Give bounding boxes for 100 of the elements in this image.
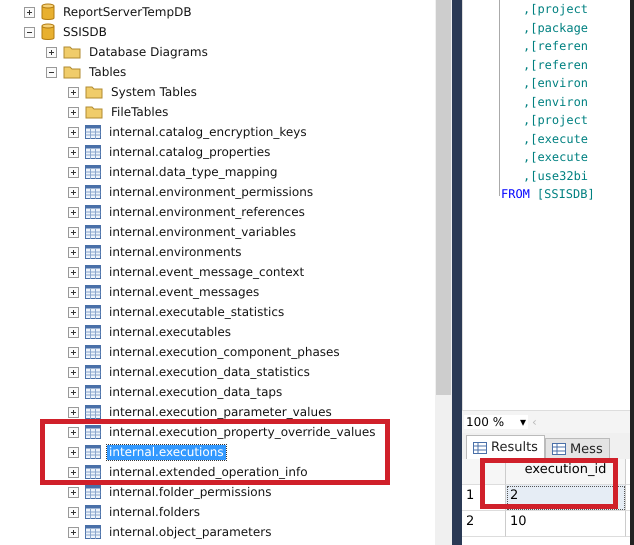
expand-toggle[interactable] (68, 406, 79, 418)
tree-item[interactable]: FileTables (109, 104, 170, 120)
tree-item[interactable]: internal.execution_data_taps (107, 384, 284, 400)
folder-icon (85, 105, 103, 119)
table-icon (85, 405, 101, 419)
tree-item[interactable]: internal.executable_statistics (107, 304, 286, 320)
table-icon (85, 505, 101, 519)
database-icon (41, 23, 55, 41)
folder-icon (85, 85, 103, 99)
tree-item[interactable]: internal.extended_operation_info (107, 464, 310, 480)
table-icon (85, 245, 101, 259)
expand-toggle[interactable] (68, 526, 79, 538)
tree-item[interactable]: internal.data_type_mapping (107, 164, 280, 180)
table-icon (85, 145, 101, 159)
results-tab[interactable]: Results (466, 435, 545, 459)
expand-toggle[interactable] (68, 86, 79, 98)
expand-toggle[interactable] (68, 266, 79, 278)
row-number: 2 (462, 511, 506, 537)
tree-item[interactable]: internal.executables (107, 324, 233, 340)
expand-toggle[interactable] (68, 446, 79, 458)
expand-toggle[interactable] (68, 146, 79, 158)
expand-toggle[interactable] (68, 486, 79, 498)
table-icon (85, 305, 101, 319)
tree-item[interactable]: internal.environment_references (107, 204, 307, 220)
expand-toggle[interactable] (68, 286, 79, 298)
tree-item[interactable]: internal.event_message_context (107, 264, 306, 280)
collapse-toggle[interactable] (46, 66, 57, 78)
scroll-thumb[interactable] (436, 0, 451, 395)
table-icon (85, 365, 101, 379)
tree-item[interactable]: Tables (87, 64, 128, 80)
table-icon (85, 525, 101, 539)
tree-item[interactable]: internal.catalog_properties (107, 144, 272, 160)
expand-toggle[interactable] (68, 466, 79, 478)
code-text: ,[environ (523, 94, 588, 108)
table-icon (85, 465, 101, 479)
code-text: ,[execute (523, 150, 588, 164)
tree-item[interactable]: internal.environment_permissions (107, 184, 316, 200)
table-icon (85, 385, 101, 399)
code-text: ,[project (523, 113, 588, 127)
table-icon (85, 185, 101, 199)
tree-item[interactable]: Database Diagrams (87, 44, 210, 60)
table-icon (85, 205, 101, 219)
tree-item[interactable]: internal.folder_permissions (107, 484, 274, 500)
tree-item[interactable]: ReportServerTempDB (61, 4, 194, 20)
code-text: ,[project (523, 2, 588, 16)
tree-item[interactable]: internal.execution_data_statistics (107, 364, 312, 380)
code-text: ,[referen (523, 39, 588, 53)
tree-item[interactable]: internal.event_messages (107, 284, 262, 300)
tree-item[interactable]: internal.execution_component_phases (107, 344, 342, 360)
expand-toggle[interactable] (46, 46, 57, 58)
tree-item[interactable]: internal.execution_parameter_values (107, 404, 334, 420)
table-icon (85, 445, 101, 459)
tree-item[interactable]: SSISDB (61, 24, 109, 40)
expand-toggle[interactable] (68, 126, 79, 138)
table-icon (85, 165, 101, 179)
expand-toggle[interactable] (68, 506, 79, 518)
expand-toggle[interactable] (24, 6, 35, 18)
caret-icon: ▾ (520, 415, 526, 429)
code-text: [SSISDB] (536, 187, 595, 201)
expand-toggle[interactable] (68, 106, 79, 118)
tree-item[interactable]: internal.folders (107, 504, 202, 520)
table-icon (85, 285, 101, 299)
expand-toggle[interactable] (68, 386, 79, 398)
code-text: ,[execute (523, 132, 588, 146)
table-icon (85, 485, 101, 499)
table-icon (85, 425, 101, 439)
table-icon (85, 345, 101, 359)
table-cell[interactable]: 10 (506, 511, 626, 537)
grid-icon (552, 443, 566, 455)
expand-toggle[interactable] (68, 426, 79, 438)
tree-item[interactable]: internal.environment_variables (107, 224, 298, 240)
tree-item[interactable]: internal.catalog_encryption_keys (107, 124, 309, 140)
database-icon (41, 3, 55, 21)
tree-item[interactable]: System Tables (109, 84, 199, 100)
keyword-text: FROM (501, 187, 530, 201)
tree-item[interactable]: internal.environments (107, 244, 244, 260)
zoom-dropdown[interactable]: 100 % ▾ (464, 415, 528, 429)
expand-toggle[interactable] (68, 306, 79, 318)
expand-toggle[interactable] (68, 166, 79, 178)
scrollbar[interactable] (435, 0, 452, 545)
collapse-toggle[interactable] (24, 26, 35, 38)
code-text: ,[use32bi (523, 168, 588, 182)
grid-icon (473, 442, 487, 454)
expand-toggle[interactable] (68, 326, 79, 338)
folder-icon (63, 45, 81, 59)
results-tab[interactable]: Mess (544, 438, 610, 459)
expand-toggle[interactable] (68, 226, 79, 238)
tree-item[interactable]: internal.execution_property_override_values (107, 424, 378, 440)
expand-toggle[interactable] (68, 246, 79, 258)
expand-toggle[interactable] (68, 346, 79, 358)
expand-toggle[interactable] (68, 366, 79, 378)
code-text: ,[referen (523, 58, 588, 72)
expand-toggle[interactable] (68, 206, 79, 218)
table-icon (85, 325, 101, 339)
tree-item[interactable]: internal.object_parameters (107, 524, 274, 540)
table-icon (85, 225, 101, 239)
folder-icon (63, 65, 81, 79)
table-icon (85, 125, 101, 139)
expand-toggle[interactable] (68, 186, 79, 198)
table-icon (85, 265, 101, 279)
